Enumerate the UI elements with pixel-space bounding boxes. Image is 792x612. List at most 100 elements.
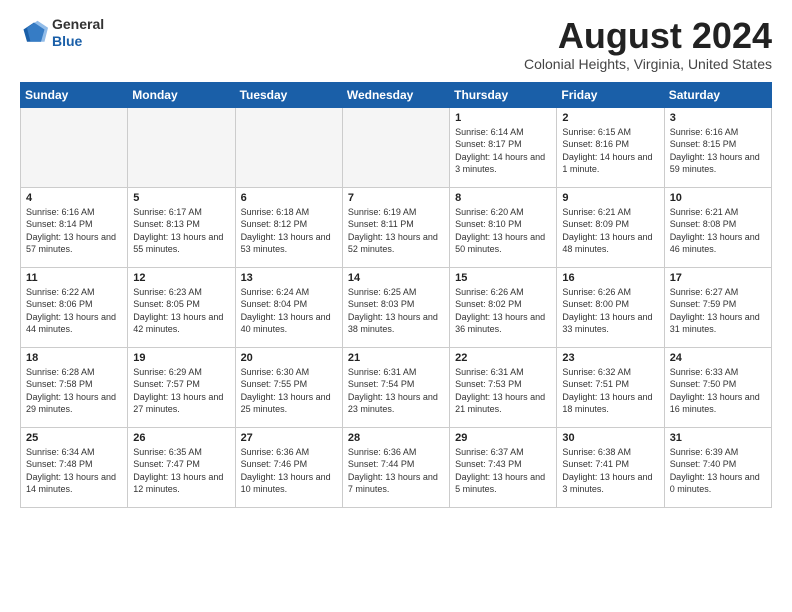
cell-info: Sunrise: 6:29 AM Sunset: 7:57 PM Dayligh… — [133, 366, 229, 416]
logo: General Blue — [20, 16, 104, 50]
calendar-week-row: 25Sunrise: 6:34 AM Sunset: 7:48 PM Dayli… — [21, 427, 772, 507]
cell-info: Sunrise: 6:21 AM Sunset: 8:09 PM Dayligh… — [562, 206, 658, 256]
table-row: 28 Sunrise: 6:36 AM Sunset: 7:44 PM Dayli… — [342, 427, 449, 507]
location: Colonial Heights, Virginia, United State… — [524, 56, 772, 72]
day-number: 12 — [133, 272, 229, 284]
table-row: 19 Sunrise: 6:29 AM Sunset: 7:57 PM Dayli… — [128, 347, 235, 427]
cell-info: Sunrise: 6:31 AM Sunset: 7:53 PM Dayligh… — [455, 366, 551, 416]
day-number: 7 — [348, 192, 444, 204]
table-row: 29Sunrise: 6:37 AM Sunset: 7:43 PM Dayli… — [450, 427, 557, 507]
table-row: 22 Sunrise: 6:31 AM Sunset: 7:53 PM Dayli… — [450, 347, 557, 427]
table-row: 2Sunrise: 6:15 AM Sunset: 8:16 PM Daylig… — [557, 107, 664, 187]
table-row: 5 Sunrise: 6:17 AM Sunset: 8:13 PM Daylig… — [128, 187, 235, 267]
cell-info: Sunrise: 6:24 AM Sunset: 8:04 PM Dayligh… — [241, 286, 337, 336]
calendar-table: Sunday Monday Tuesday Wednesday Thursday… — [20, 82, 772, 508]
table-row: 10 Sunrise: 6:21 AM Sunset: 8:08 PM Dayli… — [664, 187, 771, 267]
day-number: 16 — [562, 272, 658, 284]
day-number: 26 — [133, 432, 229, 444]
day-number: 17 — [670, 272, 766, 284]
col-friday: Friday — [557, 82, 664, 107]
table-row: 20 Sunrise: 6:30 AM Sunset: 7:55 PM Dayli… — [235, 347, 342, 427]
logo-icon — [20, 19, 48, 47]
day-number: 3 — [670, 112, 766, 124]
table-row: 25Sunrise: 6:34 AM Sunset: 7:48 PM Dayli… — [21, 427, 128, 507]
table-row: 14Sunrise: 6:25 AM Sunset: 8:03 PM Dayli… — [342, 267, 449, 347]
header: General Blue August 2024 Colonial Height… — [20, 16, 772, 72]
day-number: 20 — [241, 352, 337, 364]
weekday-header-row: Sunday Monday Tuesday Wednesday Thursday… — [21, 82, 772, 107]
table-row: 27Sunrise: 6:36 AM Sunset: 7:46 PM Dayli… — [235, 427, 342, 507]
day-number: 11 — [26, 272, 122, 284]
cell-info: Sunrise: 6:36 AM Sunset: 7:44 PM Dayligh… — [348, 446, 444, 496]
table-row: 12 Sunrise: 6:23 AM Sunset: 8:05 PM Dayli… — [128, 267, 235, 347]
col-tuesday: Tuesday — [235, 82, 342, 107]
cell-info: Sunrise: 6:32 AM Sunset: 7:51 PM Dayligh… — [562, 366, 658, 416]
cell-info: Sunrise: 6:31 AM Sunset: 7:54 PM Dayligh… — [348, 366, 444, 416]
cell-info: Sunrise: 6:35 AM Sunset: 7:47 PM Dayligh… — [133, 446, 229, 496]
col-sunday: Sunday — [21, 82, 128, 107]
day-number: 24 — [670, 352, 766, 364]
cell-info: Sunrise: 6:33 AM Sunset: 7:50 PM Dayligh… — [670, 366, 766, 416]
day-number: 19 — [133, 352, 229, 364]
table-row: 31 Sunrise: 6:39 AM Sunset: 7:40 PM Dayli… — [664, 427, 771, 507]
day-number: 23 — [562, 352, 658, 364]
table-row: 9Sunrise: 6:21 AM Sunset: 8:09 PM Daylig… — [557, 187, 664, 267]
cell-info: Sunrise: 6:17 AM Sunset: 8:13 PM Dayligh… — [133, 206, 229, 256]
cell-info: Sunrise: 6:26 AM Sunset: 8:00 PM Dayligh… — [562, 286, 658, 336]
table-row: 17 Sunrise: 6:27 AM Sunset: 7:59 PM Dayli… — [664, 267, 771, 347]
table-row: 23 Sunrise: 6:32 AM Sunset: 7:51 PM Dayli… — [557, 347, 664, 427]
cell-info: Sunrise: 6:14 AM Sunset: 8:17 PM Dayligh… — [455, 126, 551, 176]
table-row: 16 Sunrise: 6:26 AM Sunset: 8:00 PM Dayli… — [557, 267, 664, 347]
day-number: 2 — [562, 112, 658, 124]
cell-info: Sunrise: 6:26 AM Sunset: 8:02 PM Dayligh… — [455, 286, 551, 336]
table-row: 6Sunrise: 6:18 AM Sunset: 8:12 PM Daylig… — [235, 187, 342, 267]
table-row: 15 Sunrise: 6:26 AM Sunset: 8:02 PM Dayli… — [450, 267, 557, 347]
day-number: 8 — [455, 192, 551, 204]
table-row: 4Sunrise: 6:16 AM Sunset: 8:14 PM Daylig… — [21, 187, 128, 267]
cell-info: Sunrise: 6:30 AM Sunset: 7:55 PM Dayligh… — [241, 366, 337, 416]
cell-info: Sunrise: 6:16 AM Sunset: 8:15 PM Dayligh… — [670, 126, 766, 176]
day-number: 31 — [670, 432, 766, 444]
page: General Blue August 2024 Colonial Height… — [0, 0, 792, 612]
day-number: 27 — [241, 432, 337, 444]
day-number: 18 — [26, 352, 122, 364]
cell-info: Sunrise: 6:38 AM Sunset: 7:41 PM Dayligh… — [562, 446, 658, 496]
cell-info: Sunrise: 6:28 AM Sunset: 7:58 PM Dayligh… — [26, 366, 122, 416]
table-row: 26 Sunrise: 6:35 AM Sunset: 7:47 PM Dayli… — [128, 427, 235, 507]
col-thursday: Thursday — [450, 82, 557, 107]
table-row: 13 Sunrise: 6:24 AM Sunset: 8:04 PM Dayli… — [235, 267, 342, 347]
day-number: 15 — [455, 272, 551, 284]
day-number: 13 — [241, 272, 337, 284]
day-number: 30 — [562, 432, 658, 444]
day-number: 28 — [348, 432, 444, 444]
cell-info: Sunrise: 6:20 AM Sunset: 8:10 PM Dayligh… — [455, 206, 551, 256]
calendar-week-row: 18 Sunrise: 6:28 AM Sunset: 7:58 PM Dayli… — [21, 347, 772, 427]
cell-info: Sunrise: 6:27 AM Sunset: 7:59 PM Dayligh… — [670, 286, 766, 336]
cell-info: Sunrise: 6:16 AM Sunset: 8:14 PM Dayligh… — [26, 206, 122, 256]
cell-info: Sunrise: 6:39 AM Sunset: 7:40 PM Dayligh… — [670, 446, 766, 496]
col-monday: Monday — [128, 82, 235, 107]
cell-info: Sunrise: 6:25 AM Sunset: 8:03 PM Dayligh… — [348, 286, 444, 336]
calendar-week-row: 1 Sunrise: 6:14 AM Sunset: 8:17 PM Daylig… — [21, 107, 772, 187]
day-number: 6 — [241, 192, 337, 204]
cell-info: Sunrise: 6:22 AM Sunset: 8:06 PM Dayligh… — [26, 286, 122, 336]
table-row: 21Sunrise: 6:31 AM Sunset: 7:54 PM Dayli… — [342, 347, 449, 427]
table-row: 8 Sunrise: 6:20 AM Sunset: 8:10 PM Daylig… — [450, 187, 557, 267]
cell-info: Sunrise: 6:23 AM Sunset: 8:05 PM Dayligh… — [133, 286, 229, 336]
table-row: 1 Sunrise: 6:14 AM Sunset: 8:17 PM Daylig… — [450, 107, 557, 187]
table-row: 11 Sunrise: 6:22 AM Sunset: 8:06 PM Dayli… — [21, 267, 128, 347]
table-row: 7 Sunrise: 6:19 AM Sunset: 8:11 PM Daylig… — [342, 187, 449, 267]
table-row — [235, 107, 342, 187]
logo-text: General Blue — [52, 16, 104, 50]
day-number: 29 — [455, 432, 551, 444]
day-number: 10 — [670, 192, 766, 204]
day-number: 22 — [455, 352, 551, 364]
month-year: August 2024 — [524, 16, 772, 56]
table-row — [128, 107, 235, 187]
cell-info: Sunrise: 6:21 AM Sunset: 8:08 PM Dayligh… — [670, 206, 766, 256]
table-row: 30 Sunrise: 6:38 AM Sunset: 7:41 PM Dayli… — [557, 427, 664, 507]
day-number: 1 — [455, 112, 551, 124]
cell-info: Sunrise: 6:19 AM Sunset: 8:11 PM Dayligh… — [348, 206, 444, 256]
day-number: 5 — [133, 192, 229, 204]
col-saturday: Saturday — [664, 82, 771, 107]
